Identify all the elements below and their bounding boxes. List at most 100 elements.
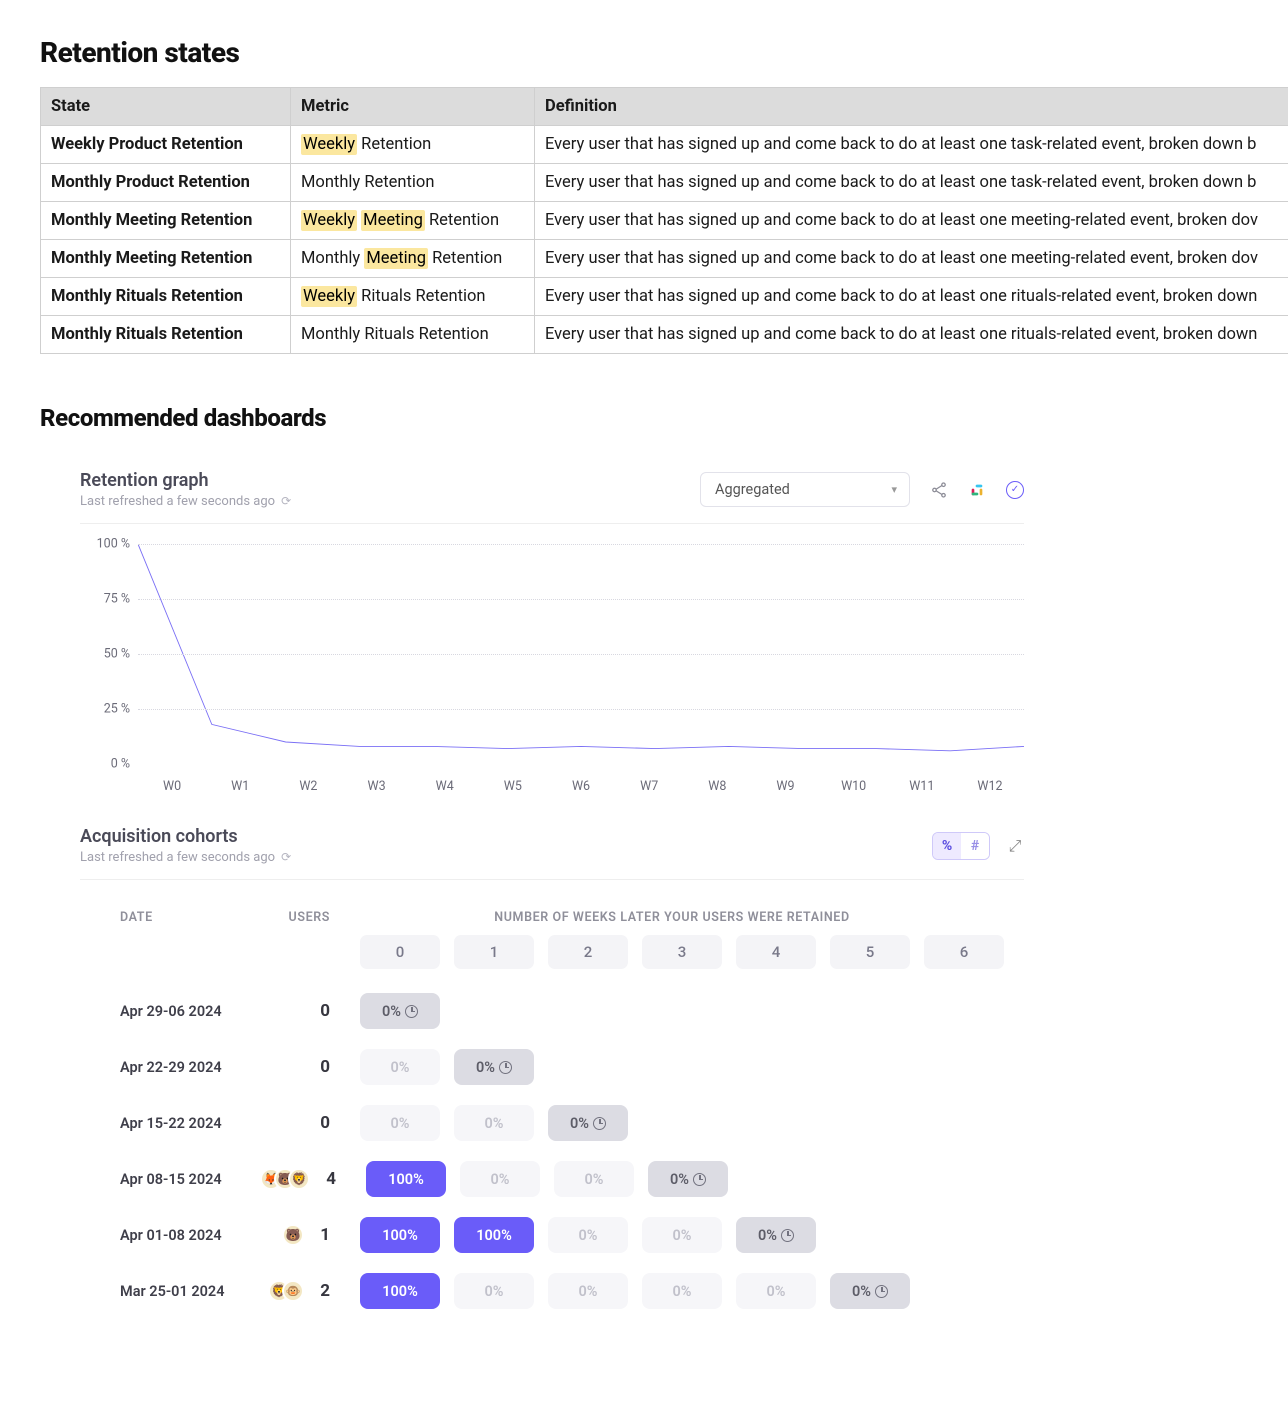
share-icon[interactable]	[930, 481, 948, 499]
retention-graph-subtitle: Last refreshed a few seconds ago	[80, 494, 291, 509]
week-chip: 5	[830, 935, 910, 969]
week-chip: 2	[548, 935, 628, 969]
y-tick-label: 50 %	[80, 647, 130, 662]
retention-graph-subtitle-text: Last refreshed a few seconds ago	[80, 494, 275, 509]
aggregation-select[interactable]: Aggregated	[700, 472, 910, 507]
cohort-cell[interactable]: 100%	[360, 1273, 440, 1309]
clock-icon	[405, 1005, 418, 1018]
cohort-cell[interactable]: 0%	[554, 1161, 634, 1197]
table-row: Monthly Product RetentionMonthly Retenti…	[41, 164, 1288, 202]
cohort-cell[interactable]: 0%	[736, 1217, 816, 1253]
x-tick-label: W9	[751, 779, 819, 794]
percent-count-toggle: % #	[932, 832, 990, 860]
cohort-cell[interactable]: 0%	[454, 1105, 534, 1141]
cohorts-subtitle-text: Last refreshed a few seconds ago	[80, 850, 275, 865]
cohort-table: DATE USERS NUMBER OF WEEKS LATER YOUR US…	[80, 880, 1024, 1319]
cell-value: 0%	[585, 1171, 604, 1188]
cohort-date: Apr 22-29 2024	[120, 1059, 260, 1076]
cohort-cell[interactable]: 0%	[548, 1105, 628, 1141]
retention-table-wrap: State Metric Definition Weekly Product R…	[40, 87, 1288, 354]
cell-state: Monthly Meeting Retention	[41, 202, 291, 240]
cell-metric: Weekly Meeting Retention	[291, 202, 535, 240]
cohort-cell[interactable]: 0%	[360, 993, 440, 1029]
x-tick-label: W1	[206, 779, 274, 794]
grid-line	[138, 654, 1024, 655]
cell-state: Monthly Meeting Retention	[41, 240, 291, 278]
cohort-date: Apr 15-22 2024	[120, 1115, 260, 1132]
cell-value: 100%	[382, 1227, 418, 1244]
cohort-column-headers: DATE USERS NUMBER OF WEEKS LATER YOUR US…	[120, 910, 984, 925]
cohort-date: Mar 25-01 2024	[120, 1283, 260, 1300]
cohort-cell[interactable]: 0%	[360, 1105, 440, 1141]
avatar: 🦁	[288, 1168, 310, 1190]
cohort-cells: 100% 0% 0% 0% 0% 0%	[360, 1273, 910, 1309]
cohort-date: Apr 01-08 2024	[120, 1227, 260, 1244]
cell-def: Every user that has signed up and come b…	[535, 278, 1288, 316]
cohort-cell[interactable]: 0%	[642, 1273, 722, 1309]
cell-state: Weekly Product Retention	[41, 126, 291, 164]
cohort-cell[interactable]: 0%	[454, 1049, 534, 1085]
user-count: 2	[312, 1281, 330, 1301]
week-chip: 1	[454, 935, 534, 969]
cell-value: 0%	[852, 1283, 871, 1300]
retention-graph-header: Retention graph Last refreshed a few sec…	[80, 462, 1024, 524]
cohort-cell[interactable]: 0%	[548, 1217, 628, 1253]
cell-value: 0%	[491, 1171, 510, 1188]
cell-metric: Monthly Retention	[291, 164, 535, 202]
cohort-cell[interactable]: 100%	[366, 1161, 446, 1197]
verified-icon[interactable]: ✓	[1006, 481, 1024, 499]
user-count: 1	[312, 1225, 330, 1245]
grid-line	[138, 544, 1024, 545]
cell-state: Monthly Rituals Retention	[41, 316, 291, 354]
cohort-cell[interactable]: 0%	[642, 1217, 722, 1253]
cell-metric: Weekly Retention	[291, 126, 535, 164]
x-tick-label: W4	[411, 779, 479, 794]
refresh-icon[interactable]	[281, 850, 291, 865]
cohort-row: Apr 29-06 2024 0 0%	[120, 983, 984, 1039]
cell-value: 0%	[673, 1283, 692, 1300]
user-count: 0	[312, 1113, 330, 1133]
cohort-cells: 0%	[360, 993, 440, 1029]
retention-graph-title: Retention graph	[80, 470, 291, 491]
cell-value: 100%	[382, 1283, 418, 1300]
cohort-cell[interactable]: 0%	[548, 1273, 628, 1309]
cell-value: 0%	[670, 1171, 689, 1188]
header-span: NUMBER OF WEEKS LATER YOUR USERS WERE RE…	[360, 910, 984, 925]
user-count: 4	[318, 1169, 336, 1189]
cohort-cell[interactable]: 100%	[360, 1217, 440, 1253]
cohort-cell[interactable]: 0%	[830, 1273, 910, 1309]
slack-icon[interactable]	[968, 481, 986, 499]
cell-def: Every user that has signed up and come b…	[535, 126, 1288, 164]
user-count: 0	[312, 1057, 330, 1077]
cohort-users: 0	[260, 1113, 360, 1133]
cohort-cell[interactable]: 0%	[454, 1273, 534, 1309]
grid-line	[138, 709, 1024, 710]
refresh-icon[interactable]	[281, 494, 291, 509]
week-chip: 3	[642, 935, 722, 969]
user-count: 0	[312, 1001, 330, 1021]
y-tick-label: 75 %	[80, 592, 130, 607]
x-tick-label: W12	[956, 779, 1024, 794]
cohort-cell[interactable]: 0%	[648, 1161, 728, 1197]
dashboards-heading: Recommended dashboards	[40, 404, 1288, 432]
y-tick-label: 100 %	[80, 537, 130, 552]
cohort-cell[interactable]: 100%	[454, 1217, 534, 1253]
cohort-cell[interactable]: 0%	[736, 1273, 816, 1309]
avatar-stack: 🐻	[282, 1224, 304, 1246]
avatar: 🐻	[282, 1224, 304, 1246]
cell-def: Every user that has signed up and come b…	[535, 316, 1288, 354]
cohort-date: Apr 08-15 2024	[120, 1171, 260, 1188]
toggle-percent[interactable]: %	[933, 833, 961, 859]
cohort-date: Apr 29-06 2024	[120, 1003, 260, 1020]
expand-icon[interactable]	[1006, 837, 1024, 855]
toggle-count[interactable]: #	[961, 833, 989, 859]
cohort-cells: 0% 0%	[360, 1049, 534, 1085]
cell-value: 0%	[673, 1227, 692, 1244]
table-row: Monthly Rituals RetentionWeekly Rituals …	[41, 278, 1288, 316]
table-row: Monthly Rituals RetentionMonthly Rituals…	[41, 316, 1288, 354]
cohorts-controls: % #	[932, 832, 1024, 860]
cohorts-header: Acquisition cohorts Last refreshed a few…	[80, 804, 1024, 880]
cell-metric: Monthly Rituals Retention	[291, 316, 535, 354]
cohort-cell[interactable]: 0%	[360, 1049, 440, 1085]
cohort-cell[interactable]: 0%	[460, 1161, 540, 1197]
